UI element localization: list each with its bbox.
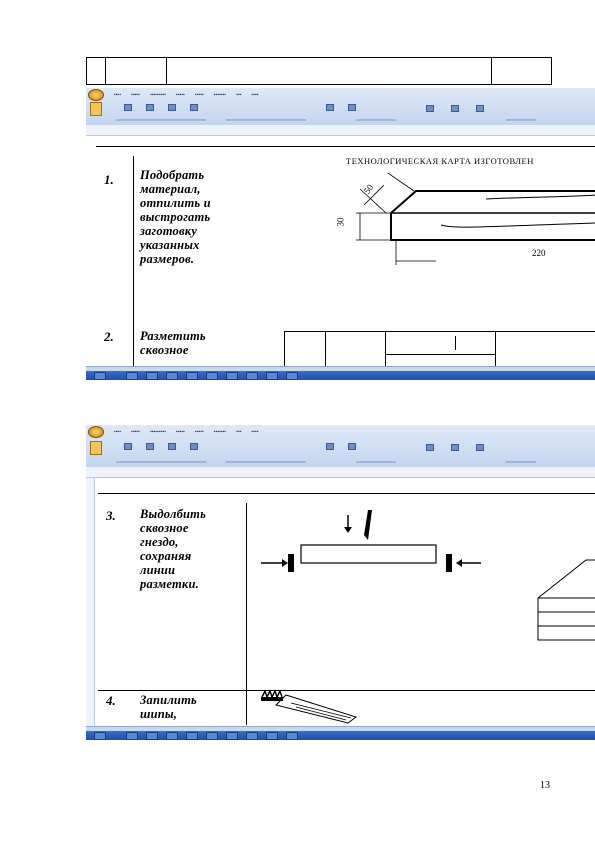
start-button-icon[interactable] <box>94 372 106 380</box>
stamp-table <box>86 57 552 85</box>
taskbar <box>86 731 595 740</box>
word-screenshot-1: ▪▪▪▪ ▪▪▪▪▪ ▪▪▪▪▪▪▪▪▪ ▪▪▪▪▪ ▪▪▪▪▪ ▪▪▪▪▪▪▪ ▪▪▪ ▪▪… <box>86 88 595 380</box>
format-icon[interactable] <box>190 104 198 111</box>
taskbar-app-icon[interactable] <box>146 372 158 380</box>
table-border <box>246 503 247 725</box>
format-icon[interactable] <box>190 443 198 450</box>
taskbar-app-icon[interactable] <box>266 732 278 740</box>
step-number: 1. <box>104 172 114 187</box>
find-icon[interactable] <box>326 104 334 111</box>
length-dimension: 220 <box>532 248 546 258</box>
ribbon-group-label <box>226 119 306 121</box>
taskbar-app-icon[interactable] <box>186 732 198 740</box>
table-border <box>96 146 595 147</box>
paste-icon[interactable] <box>90 441 102 455</box>
step-number: 4. <box>106 693 116 708</box>
taskbar-app-icon[interactable] <box>166 732 178 740</box>
format-icon[interactable] <box>168 443 176 450</box>
step-number: 2. <box>104 329 114 344</box>
replace-icon[interactable] <box>348 104 356 111</box>
step-number: 3. <box>106 508 116 523</box>
step-description: Разметить сквозное <box>140 329 206 357</box>
taskbar-app-icon[interactable] <box>286 372 298 380</box>
horizontal-ruler <box>86 467 595 478</box>
format-icon[interactable] <box>146 104 154 111</box>
format-icon[interactable] <box>146 443 154 450</box>
ribbon-group-label <box>356 461 396 463</box>
taskbar-app-icon[interactable] <box>166 372 178 380</box>
taskbar-app-icon[interactable] <box>186 372 198 380</box>
ribbon: ▪▪▪▪ ▪▪▪▪▪ ▪▪▪▪▪▪▪▪▪ ▪▪▪▪▪ ▪▪▪▪▪ ▪▪▪▪▪▪▪ ▪▪▪ ▪▪… <box>86 425 595 468</box>
format-icon[interactable] <box>124 443 132 450</box>
replace-icon[interactable] <box>348 443 356 450</box>
paste-icon[interactable] <box>90 102 102 116</box>
step-description: Запилить шипы, <box>140 693 197 721</box>
step-description: Выдолбить сквозное гнездо, сохраняя лини… <box>140 507 206 591</box>
taskbar-app-icon[interactable] <box>206 372 218 380</box>
style-icon[interactable] <box>426 444 434 451</box>
style-icon[interactable] <box>451 105 459 112</box>
table-border <box>133 156 134 368</box>
ribbon-tabs[interactable]: ▪▪▪▪ ▪▪▪▪▪ ▪▪▪▪▪▪▪▪▪ ▪▪▪▪▪ ▪▪▪▪▪ ▪▪▪▪▪▪▪ ▪▪▪ ▪▪… <box>114 429 269 435</box>
page-number: 13 <box>540 780 550 791</box>
ribbon-group-label <box>226 461 306 463</box>
format-icon[interactable] <box>124 104 132 111</box>
ribbon: ▪▪▪▪ ▪▪▪▪▪ ▪▪▪▪▪▪▪▪▪ ▪▪▪▪▪ ▪▪▪▪▪ ▪▪▪▪▪▪▪ ▪▪▪ ▪▪… <box>86 88 595 126</box>
taskbar <box>86 371 595 380</box>
table-border <box>98 493 595 494</box>
taskbar-app-icon[interactable] <box>286 732 298 740</box>
style-icon[interactable] <box>476 105 484 112</box>
chiseling-drawing <box>261 510 595 724</box>
taskbar-app-icon[interactable] <box>126 372 138 380</box>
taskbar-app-icon[interactable] <box>226 732 238 740</box>
find-icon[interactable] <box>326 443 334 450</box>
taskbar-app-icon[interactable] <box>126 732 138 740</box>
taskbar-app-icon[interactable] <box>266 372 278 380</box>
ribbon-group-label <box>116 461 206 463</box>
word-screenshot-2: ▪▪▪▪ ▪▪▪▪▪ ▪▪▪▪▪▪▪▪▪ ▪▪▪▪▪ ▪▪▪▪▪ ▪▪▪▪▪▪▪ ▪▪▪ ▪▪… <box>86 425 595 740</box>
stamp-divider <box>491 58 492 84</box>
style-icon[interactable] <box>451 444 459 451</box>
vertical-ruler <box>86 478 95 726</box>
ribbon-tabs[interactable]: ▪▪▪▪ ▪▪▪▪▪ ▪▪▪▪▪▪▪▪▪ ▪▪▪▪▪ ▪▪▪▪▪ ▪▪▪▪▪▪▪ ▪▪▪ ▪▪… <box>114 92 269 98</box>
start-button-icon[interactable] <box>94 732 106 740</box>
horizontal-ruler <box>86 125 595 136</box>
thickness-dimension: 30 <box>335 217 346 227</box>
stamp-divider <box>105 58 106 84</box>
taskbar-app-icon[interactable] <box>246 732 258 740</box>
taskbar-app-icon[interactable] <box>146 732 158 740</box>
format-icon[interactable] <box>168 104 176 111</box>
stamp-divider <box>166 58 167 84</box>
taskbar-app-icon[interactable] <box>246 372 258 380</box>
taskbar-app-icon[interactable] <box>226 372 238 380</box>
card-title: ТЕХНОЛОГИЧЕСКАЯ КАРТА ИЗГОТОВЛЕН <box>346 156 534 166</box>
office-button-icon[interactable] <box>88 89 104 101</box>
ribbon-group-label <box>506 461 536 463</box>
ribbon-group-label <box>116 119 206 121</box>
style-icon[interactable] <box>426 105 434 112</box>
step-description: Подобрать материал, отпилить и выстрогат… <box>140 168 211 266</box>
taskbar-app-icon[interactable] <box>206 732 218 740</box>
ribbon-group-label <box>506 119 536 121</box>
ribbon-group-label <box>356 119 396 121</box>
office-button-icon[interactable] <box>88 426 104 438</box>
style-icon[interactable] <box>476 444 484 451</box>
